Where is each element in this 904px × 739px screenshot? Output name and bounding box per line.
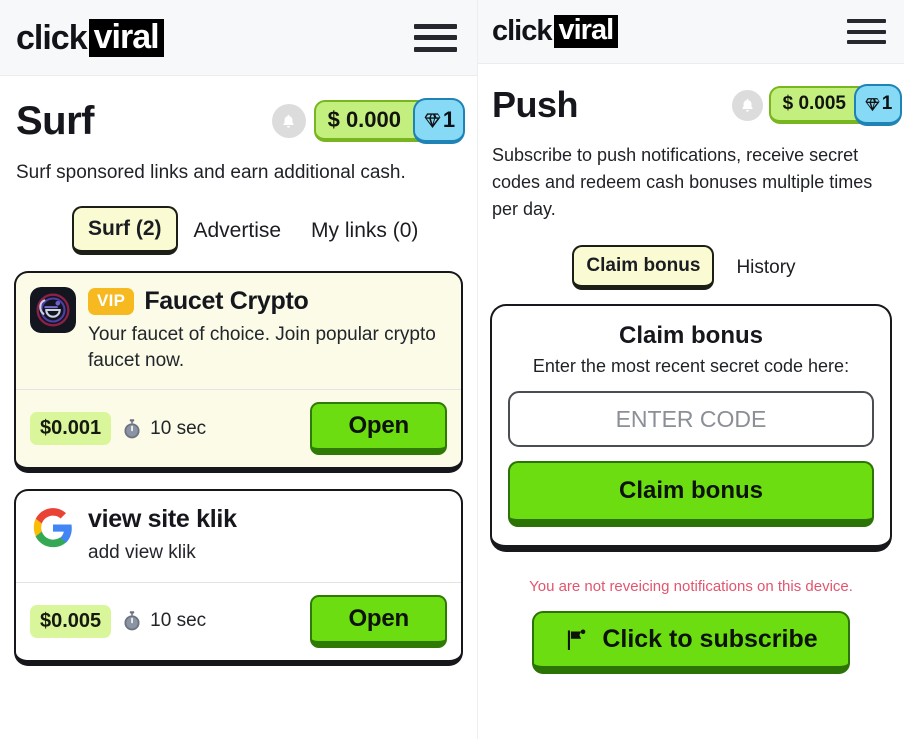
tab-my-links[interactable]: My links (0) — [297, 209, 432, 253]
logo-text-click: click — [492, 15, 552, 47]
cash-balance-value: $ 0.000 — [327, 107, 401, 132]
page-title: Push — [492, 84, 579, 125]
offer-card-body: VIP Faucet Crypto Your faucet of choice.… — [16, 273, 461, 389]
gem-balance-value: 1 — [442, 107, 456, 132]
surf-tab-bar: Surf (2) Advertise My links (0) — [0, 184, 477, 255]
stopwatch-icon — [124, 611, 140, 631]
claim-bonus-subtitle: Enter the most recent secret code here: — [532, 356, 850, 376]
surf-page-head: Surf $ 0.000 1 — [0, 76, 477, 144]
logo-text-viral: viral — [553, 15, 619, 48]
offer-reward: $0.005 — [30, 604, 112, 638]
push-tab-bar: Claim bonus History — [478, 223, 904, 290]
clickviral-logo[interactable]: click viral — [492, 15, 619, 48]
offer-card-footer: $0.005 10 sec Open — [16, 581, 461, 660]
offer-card-footer: $0.001 10 sec Open — [16, 389, 461, 467]
offer-duration-text: 10 sec — [150, 610, 207, 632]
cash-balance-value: $ 0.005 — [782, 93, 846, 114]
push-panel: click viral Push $ 0.005 1 Subscribe to … — [478, 0, 904, 739]
offer-card[interactable]: VIP Faucet Crypto Your faucet of choice.… — [14, 271, 463, 474]
hamburger-menu-icon[interactable] — [414, 23, 457, 52]
push-head-right: $ 0.005 1 — [731, 84, 902, 126]
hamburger-bar — [414, 46, 457, 52]
offer-card-main: view site klik add view klik — [88, 505, 447, 566]
open-offer-button[interactable]: Open — [310, 402, 447, 456]
flag-icon — [568, 628, 586, 650]
surf-topbar: click viral — [0, 0, 477, 76]
subscribe-section: Click to subscribe — [478, 595, 904, 674]
offer-card-main: VIP Faucet Crypto Your faucet of choice.… — [88, 287, 447, 373]
tab-claim-bonus[interactable]: Claim bonus — [572, 245, 715, 290]
hamburger-menu-icon[interactable] — [847, 19, 886, 44]
push-description: Subscribe to push notifications, receive… — [492, 145, 873, 219]
offer-duration: 10 sec — [121, 418, 206, 440]
offer-description: Your faucet of choice. Join popular cryp… — [88, 324, 436, 371]
surf-panel: click viral Surf $ 0.000 1 Surf sponsore… — [0, 0, 478, 739]
surf-head-right: $ 0.000 1 — [271, 98, 465, 144]
logo-text-click: click — [16, 18, 88, 57]
offer-title: view site klik — [88, 505, 237, 534]
clickviral-logo[interactable]: click viral — [16, 18, 164, 57]
surf-offer-list: VIP Faucet Crypto Your faucet of choice.… — [0, 255, 477, 666]
tab-history[interactable]: History — [722, 247, 809, 289]
stopwatch-icon — [124, 419, 140, 439]
hamburger-bar — [414, 35, 457, 40]
open-offer-button[interactable]: Open — [310, 594, 447, 648]
gem-icon — [865, 97, 880, 111]
tab-surf[interactable]: Surf (2) — [72, 206, 178, 255]
dual-panel-screenshot: click viral Surf $ 0.000 1 Surf sponsore… — [0, 0, 904, 739]
bell-icon[interactable] — [731, 89, 763, 121]
offer-card[interactable]: view site klik add view klik $0.005 10 s… — [14, 489, 463, 666]
claim-bonus-title: Claim bonus — [618, 322, 763, 349]
gem-balance-value: 1 — [881, 93, 893, 114]
hamburger-bar — [847, 29, 886, 34]
google-logo-icon — [30, 505, 76, 551]
subscribe-button-label: Click to subscribe — [602, 625, 818, 653]
claim-bonus-card: Claim bonus Enter the most recent secret… — [490, 304, 892, 552]
gem-icon — [424, 112, 441, 128]
offer-title: Faucet Crypto — [144, 287, 309, 315]
offer-duration: 10 sec — [121, 610, 206, 632]
logo-text-viral: viral — [88, 18, 164, 57]
hamburger-bar — [847, 19, 886, 23]
offer-description: add view klik — [88, 542, 196, 564]
claim-bonus-button[interactable]: Claim bonus — [508, 461, 874, 527]
gem-balance-pill[interactable]: 1 — [413, 98, 465, 144]
offer-reward: $0.001 — [30, 412, 112, 446]
hamburger-bar — [414, 23, 457, 29]
bell-icon[interactable] — [271, 104, 306, 138]
offer-duration-text: 10 sec — [150, 417, 207, 439]
offer-card-body: view site klik add view klik — [16, 491, 461, 582]
claim-bonus-section: Claim bonus Enter the most recent secret… — [478, 290, 904, 552]
push-topbar: click viral — [478, 0, 904, 64]
offer-meta: $0.001 10 sec — [30, 412, 206, 446]
faucet-crypto-logo-icon — [30, 287, 76, 333]
page-title: Surf — [16, 98, 95, 143]
balance-group: $ 0.000 1 — [313, 98, 465, 144]
secret-code-input[interactable] — [508, 391, 874, 447]
tab-advertise[interactable]: Advertise — [180, 209, 296, 253]
notification-status-notice: You are not reveicing notifications on t… — [529, 578, 853, 595]
offer-meta: $0.005 10 sec — [30, 604, 206, 638]
hamburger-bar — [847, 40, 886, 44]
offer-title-row: view site klik — [88, 505, 447, 534]
gem-balance-pill[interactable]: 1 — [854, 84, 902, 126]
balance-group: $ 0.005 1 — [768, 84, 902, 126]
click-to-subscribe-button[interactable]: Click to subscribe — [532, 611, 850, 674]
offer-title-row: VIP Faucet Crypto — [88, 287, 447, 316]
surf-description: Surf sponsored links and earn additional… — [16, 162, 406, 183]
push-page-head: Push $ 0.005 1 — [478, 64, 904, 126]
vip-badge: VIP — [88, 288, 135, 315]
